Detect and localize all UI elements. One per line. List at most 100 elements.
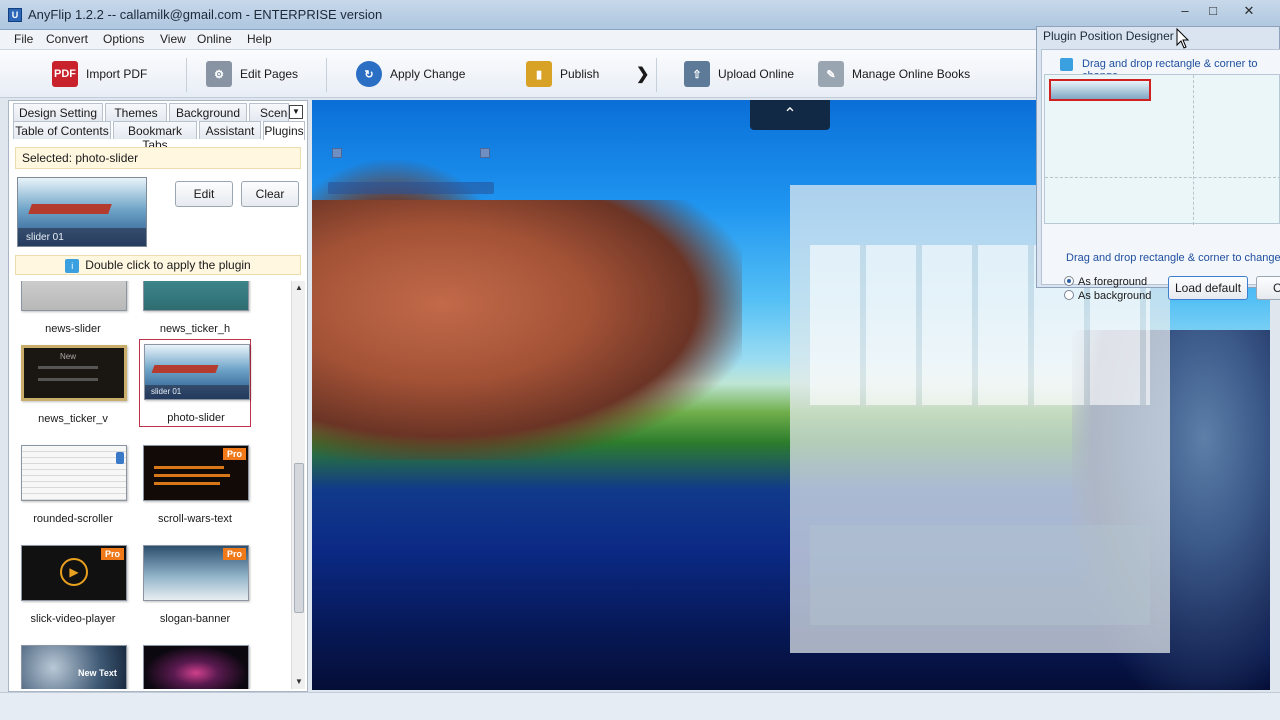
menu-options[interactable]: Options <box>103 32 144 46</box>
plugin-thumbnail: New <box>21 345 127 401</box>
info-icon: i <box>65 258 80 273</box>
menu-help[interactable]: Help <box>247 32 272 46</box>
edit-pages-button[interactable]: ⚙ Edit Pages <box>206 58 298 90</box>
toolbar-more-arrow-icon[interactable]: ❯ <box>636 58 649 90</box>
info-icon <box>1060 58 1073 71</box>
tab-plugins[interactable]: Plugins <box>263 121 305 140</box>
plugin-position-rectangle[interactable] <box>1049 79 1151 101</box>
plugin-label: photo-slider <box>167 412 225 424</box>
plugin-label: slick-video-player <box>30 613 116 625</box>
plugin-position-designer-window: Plugin Position Designer Drag and drop r… <box>1036 26 1280 302</box>
upload-icon: ⇧ <box>684 61 710 87</box>
menu-file[interactable]: File <box>14 32 33 46</box>
plugin-label: scroll-wars-text <box>158 513 232 525</box>
manage-books-icon: ✎ <box>818 61 844 87</box>
manage-online-books-label: Manage Online Books <box>852 67 971 81</box>
apply-plugin-hint-text: Double click to apply the plugin <box>85 258 251 272</box>
tab-design-setting[interactable]: Design Setting <box>13 103 103 121</box>
upload-online-label: Upload Online <box>718 67 795 81</box>
manage-online-books-button[interactable]: ✎ Manage Online Books <box>818 58 970 90</box>
tab-assistant[interactable]: Assistant <box>199 121 261 139</box>
plugin-resize-handle[interactable] <box>480 148 490 158</box>
scroll-up-icon[interactable]: ▲ <box>292 281 306 295</box>
plugin-thumbnail <box>143 645 249 689</box>
edit-pages-icon: ⚙ <box>206 61 232 87</box>
plugin-label: news_ticker_v <box>38 413 108 425</box>
cut-button[interactable]: Cu <box>1256 276 1280 300</box>
close-icon[interactable]: ✕ <box>1236 2 1262 20</box>
pdf-icon: PDF <box>52 61 78 87</box>
plugin-label: slogan-banner <box>159 613 231 625</box>
selected-plugin-thumbnail: slider 01 <box>17 177 147 247</box>
collapse-toolbar-up-icon[interactable]: ⌃ <box>750 100 830 130</box>
edit-button[interactable]: Edit <box>175 181 233 207</box>
tab-row-1: Design Setting Themes Background Scene ▼ <box>9 103 307 121</box>
plugin-slider-placeholder[interactable] <box>328 182 494 194</box>
window-title: AnyFlip 1.2.2 -- callamilk@gmail.com - E… <box>28 7 383 22</box>
plugin-item-9[interactable]: New Text <box>17 641 129 689</box>
apply-plugin-hint: i Double click to apply the plugin <box>15 255 301 275</box>
status-bar <box>0 692 1280 720</box>
pro-badge: Pro <box>222 448 246 460</box>
as-foreground-radio[interactable]: As foreground <box>1064 276 1147 288</box>
plugin-label: rounded-scroller <box>33 513 113 525</box>
toolbar-separator <box>656 58 657 92</box>
menu-convert[interactable]: Convert <box>46 32 88 46</box>
plugin-resize-handle[interactable] <box>332 148 342 158</box>
tab-background[interactable]: Background <box>169 103 247 121</box>
plugin-item-news-ticker-v[interactable]: New news_ticker_v <box>17 341 129 431</box>
import-pdf-button[interactable]: PDF Import PDF <box>52 58 147 90</box>
plugin-thumbnail: Pro <box>143 445 249 501</box>
tab-bookmark-tabs[interactable]: Bookmark Tabs <box>113 121 197 152</box>
upload-online-button[interactable]: ⇧ Upload Online <box>684 58 794 90</box>
scrollbar-thumb[interactable] <box>294 463 304 613</box>
edit-pages-label: Edit Pages <box>240 67 299 81</box>
anyflip-logo-icon: U <box>8 8 22 22</box>
play-icon: ▶ <box>60 558 88 586</box>
clear-button[interactable]: Clear <box>241 181 299 207</box>
load-default-button[interactable]: Load default <box>1168 276 1248 300</box>
scroll-down-icon[interactable]: ▼ <box>292 675 306 689</box>
apply-change-button[interactable]: ↻ Apply Change <box>356 58 465 90</box>
radio-unselected-icon <box>1064 290 1074 301</box>
apply-change-label: Apply Change <box>390 67 466 81</box>
menu-view[interactable]: View <box>160 32 186 46</box>
designer-body: Drag and drop rectangle & corner to chan… <box>1041 49 1280 302</box>
plugin-label: news_ticker_h <box>159 323 231 335</box>
radio-selected-icon <box>1064 276 1074 287</box>
designer-canvas[interactable] <box>1044 74 1280 225</box>
plugin-list: news-slider news_ticker_h New news_ticke… <box>15 281 291 689</box>
plugin-list-scrollbar[interactable]: ▲ ▼ <box>291 281 305 689</box>
menu-online[interactable]: Online <box>197 32 232 46</box>
pro-badge: Pro <box>100 548 124 560</box>
plugin-label: news-slider <box>45 323 101 335</box>
publish-icon: ▮ <box>526 61 552 87</box>
plugin-item-10[interactable] <box>139 641 251 689</box>
publish-label: Publish <box>560 67 600 81</box>
tab-themes[interactable]: Themes <box>105 103 167 121</box>
plugin-item-photo-slider[interactable]: slider 01 photo-slider <box>139 339 251 427</box>
plugin-item-slick-video-player[interactable]: ▶ Pro slick-video-player <box>17 541 129 631</box>
plugin-thumbnail: Pro <box>143 545 249 601</box>
plugin-item-scroll-wars-text[interactable]: Pro scroll-wars-text <box>139 441 251 531</box>
tab-table-of-contents[interactable]: Table of Contents <box>13 121 111 139</box>
as-background-radio[interactable]: As background <box>1064 290 1151 302</box>
plugin-thumbnail: New Text <box>21 645 127 689</box>
tab-scene[interactable]: Scene <box>249 103 289 121</box>
plugin-thumbnail <box>21 281 127 311</box>
plugin-thumbnail <box>21 445 127 501</box>
tab-scroll-down-icon[interactable]: ▼ <box>289 105 303 119</box>
mouse-cursor-icon <box>1176 28 1190 49</box>
plugin-item-news-ticker-h[interactable]: news_ticker_h <box>139 281 251 341</box>
maximize-icon[interactable]: □ <box>1200 2 1226 20</box>
refresh-icon: ↻ <box>356 61 382 87</box>
publish-button[interactable]: ▮ Publish <box>526 58 599 90</box>
minimize-icon[interactable]: – <box>1172 2 1198 20</box>
pro-badge: Pro <box>222 548 246 560</box>
tab-row-2: Table of Contents Bookmark Tabs Assistan… <box>9 121 307 152</box>
selected-plugin-status: Selected: photo-slider <box>15 147 301 169</box>
plugin-item-rounded-scroller[interactable]: rounded-scroller <box>17 441 129 531</box>
plugin-thumbnail <box>143 281 249 311</box>
plugin-item-news-slider[interactable]: news-slider <box>17 281 129 341</box>
plugin-item-slogan-banner[interactable]: Pro slogan-banner <box>139 541 251 631</box>
